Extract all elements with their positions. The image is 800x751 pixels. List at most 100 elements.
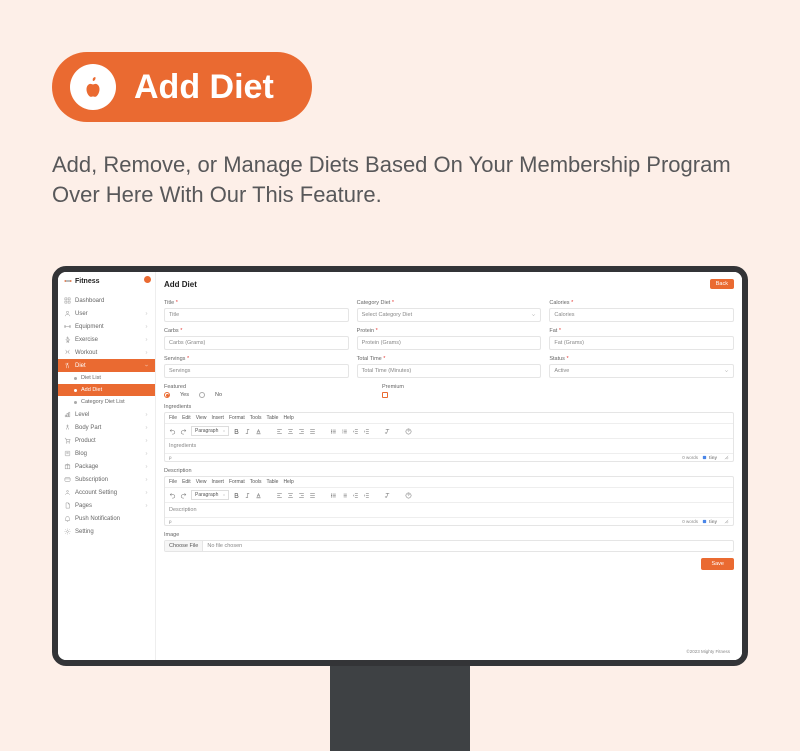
carbs-input[interactable]: Carbs (Grams): [164, 336, 349, 350]
align-left-icon[interactable]: [276, 492, 283, 499]
tiny-logo[interactable]: tiny: [702, 519, 717, 524]
editor-menu-tools[interactable]: Tools: [250, 415, 262, 421]
editor-menu-insert[interactable]: Insert: [211, 479, 224, 485]
fat-input[interactable]: Fat (Grams): [549, 336, 734, 350]
sidebar-item-equipment[interactable]: Equipment: [58, 320, 155, 333]
status-select[interactable]: Active: [549, 364, 734, 378]
sidebar-item-user[interactable]: User: [58, 307, 155, 320]
align-center-icon[interactable]: [287, 428, 294, 435]
resize-handle-icon[interactable]: [724, 519, 729, 524]
sidebar-subitem-category-diet-list[interactable]: Category Diet List: [58, 396, 155, 408]
category-select[interactable]: Select Category Diet: [357, 308, 542, 322]
align-justify-icon[interactable]: [309, 492, 316, 499]
align-left-icon[interactable]: [276, 428, 283, 435]
editor-menu-table[interactable]: Table: [266, 415, 278, 421]
calories-input[interactable]: Calories: [549, 308, 734, 322]
text-color-icon[interactable]: [255, 428, 262, 435]
editor-menu-insert[interactable]: Insert: [211, 415, 224, 421]
resize-handle-icon[interactable]: [724, 455, 729, 460]
back-button[interactable]: Back: [710, 279, 734, 289]
sidebar-item-package[interactable]: Package: [58, 460, 155, 473]
editor-menu-table[interactable]: Table: [266, 479, 278, 485]
sidebar-subitem-add-diet[interactable]: Add Diet: [58, 384, 155, 396]
editor-menu-file[interactable]: File: [169, 479, 177, 485]
page-root: Add Diet Add, Remove, or Manage Diets Ba…: [0, 0, 800, 751]
editor-menu-tools[interactable]: Tools: [250, 479, 262, 485]
number-list-icon[interactable]: 123: [341, 428, 348, 435]
italic-icon[interactable]: [244, 428, 251, 435]
sidebar-item-exercise[interactable]: Exercise: [58, 333, 155, 346]
align-justify-icon[interactable]: [309, 428, 316, 435]
chevron-down-icon: [222, 493, 226, 497]
sidebar-item-diet[interactable]: Diet: [58, 359, 155, 372]
sidebar-item-subscription[interactable]: Subscription: [58, 473, 155, 486]
editor-menu-format[interactable]: Format: [229, 479, 245, 485]
servings-input[interactable]: Servings: [164, 364, 349, 378]
sidebar-item-level[interactable]: Level: [58, 408, 155, 421]
featured-yes-radio[interactable]: [164, 392, 170, 398]
total-time-input[interactable]: Total Time (Minutes): [357, 364, 542, 378]
bullet-list-icon[interactable]: [330, 428, 337, 435]
field-fat: Fat * Fat (Grams): [549, 328, 734, 350]
bold-icon[interactable]: [233, 428, 240, 435]
page-title: Add Diet: [164, 280, 197, 289]
redo-icon[interactable]: [180, 428, 187, 435]
chevron-right-icon: [144, 350, 149, 355]
sidebar-item-pages[interactable]: Pages: [58, 499, 155, 512]
format-select[interactable]: Paragraph: [191, 490, 229, 500]
align-center-icon[interactable]: [287, 492, 294, 499]
sidebar-item-account-setting[interactable]: Account Setting: [58, 486, 155, 499]
outdent-icon[interactable]: [352, 492, 359, 499]
image-file-input[interactable]: Choose File No file chosen: [164, 540, 734, 552]
help-icon[interactable]: [405, 492, 412, 499]
bold-icon[interactable]: [233, 492, 240, 499]
protein-input[interactable]: Protein (Grams): [357, 336, 542, 350]
format-select[interactable]: Paragraph: [191, 426, 229, 436]
editor-menu-format[interactable]: Format: [229, 415, 245, 421]
undo-icon[interactable]: [169, 428, 176, 435]
save-button[interactable]: Save: [701, 558, 734, 570]
editor-menu-help[interactable]: Help: [283, 479, 293, 485]
clear-format-icon[interactable]: [384, 428, 391, 435]
description-textarea[interactable]: Description: [165, 503, 733, 517]
tiny-logo[interactable]: tiny: [702, 455, 717, 460]
editor-menu-help[interactable]: Help: [283, 415, 293, 421]
premium-checkbox[interactable]: [382, 392, 388, 398]
account-icon: [64, 489, 71, 496]
outdent-icon[interactable]: [352, 428, 359, 435]
sidebar-item-workout[interactable]: Workout: [58, 346, 155, 359]
editor-menu-view[interactable]: View: [196, 479, 207, 485]
sidebar-item-setting[interactable]: Setting: [58, 525, 155, 538]
text-color-icon[interactable]: [255, 492, 262, 499]
app-screenshot: Fitness Dashboard User Equipment Exercis…: [52, 266, 748, 666]
editor-menu-edit[interactable]: Edit: [182, 415, 191, 421]
indent-icon[interactable]: [363, 492, 370, 499]
sidebar-subitem-diet-list[interactable]: Diet List: [58, 372, 155, 384]
number-list-icon[interactable]: [341, 492, 348, 499]
help-icon[interactable]: [405, 428, 412, 435]
indent-icon[interactable]: [363, 428, 370, 435]
align-right-icon[interactable]: [298, 492, 305, 499]
sidebar-item-dashboard[interactable]: Dashboard: [58, 294, 155, 307]
sidebar-item-blog[interactable]: Blog: [58, 447, 155, 460]
clear-format-icon[interactable]: [384, 492, 391, 499]
notification-badge-icon[interactable]: [144, 276, 151, 283]
ingredients-textarea[interactable]: Ingredients: [165, 439, 733, 453]
italic-icon[interactable]: [244, 492, 251, 499]
choose-file-button[interactable]: Choose File: [165, 541, 203, 551]
featured-no-radio[interactable]: [199, 392, 205, 398]
hero-section: Add Diet Add, Remove, or Manage Diets Ba…: [0, 0, 800, 209]
editor-menu-edit[interactable]: Edit: [182, 479, 191, 485]
redo-icon[interactable]: [180, 492, 187, 499]
sidebar-item-product[interactable]: Product: [58, 434, 155, 447]
title-input[interactable]: Title: [164, 308, 349, 322]
editor-menu-file[interactable]: File: [169, 415, 177, 421]
undo-icon[interactable]: [169, 492, 176, 499]
sidebar-item-push-notification[interactable]: Push Notification: [58, 512, 155, 525]
sidebar-item-body-part[interactable]: Body Part: [58, 421, 155, 434]
bullet-list-icon[interactable]: [330, 492, 337, 499]
brand[interactable]: Fitness: [58, 272, 155, 290]
align-right-icon[interactable]: [298, 428, 305, 435]
editor-menu-view[interactable]: View: [196, 415, 207, 421]
gear-icon: [64, 528, 71, 535]
